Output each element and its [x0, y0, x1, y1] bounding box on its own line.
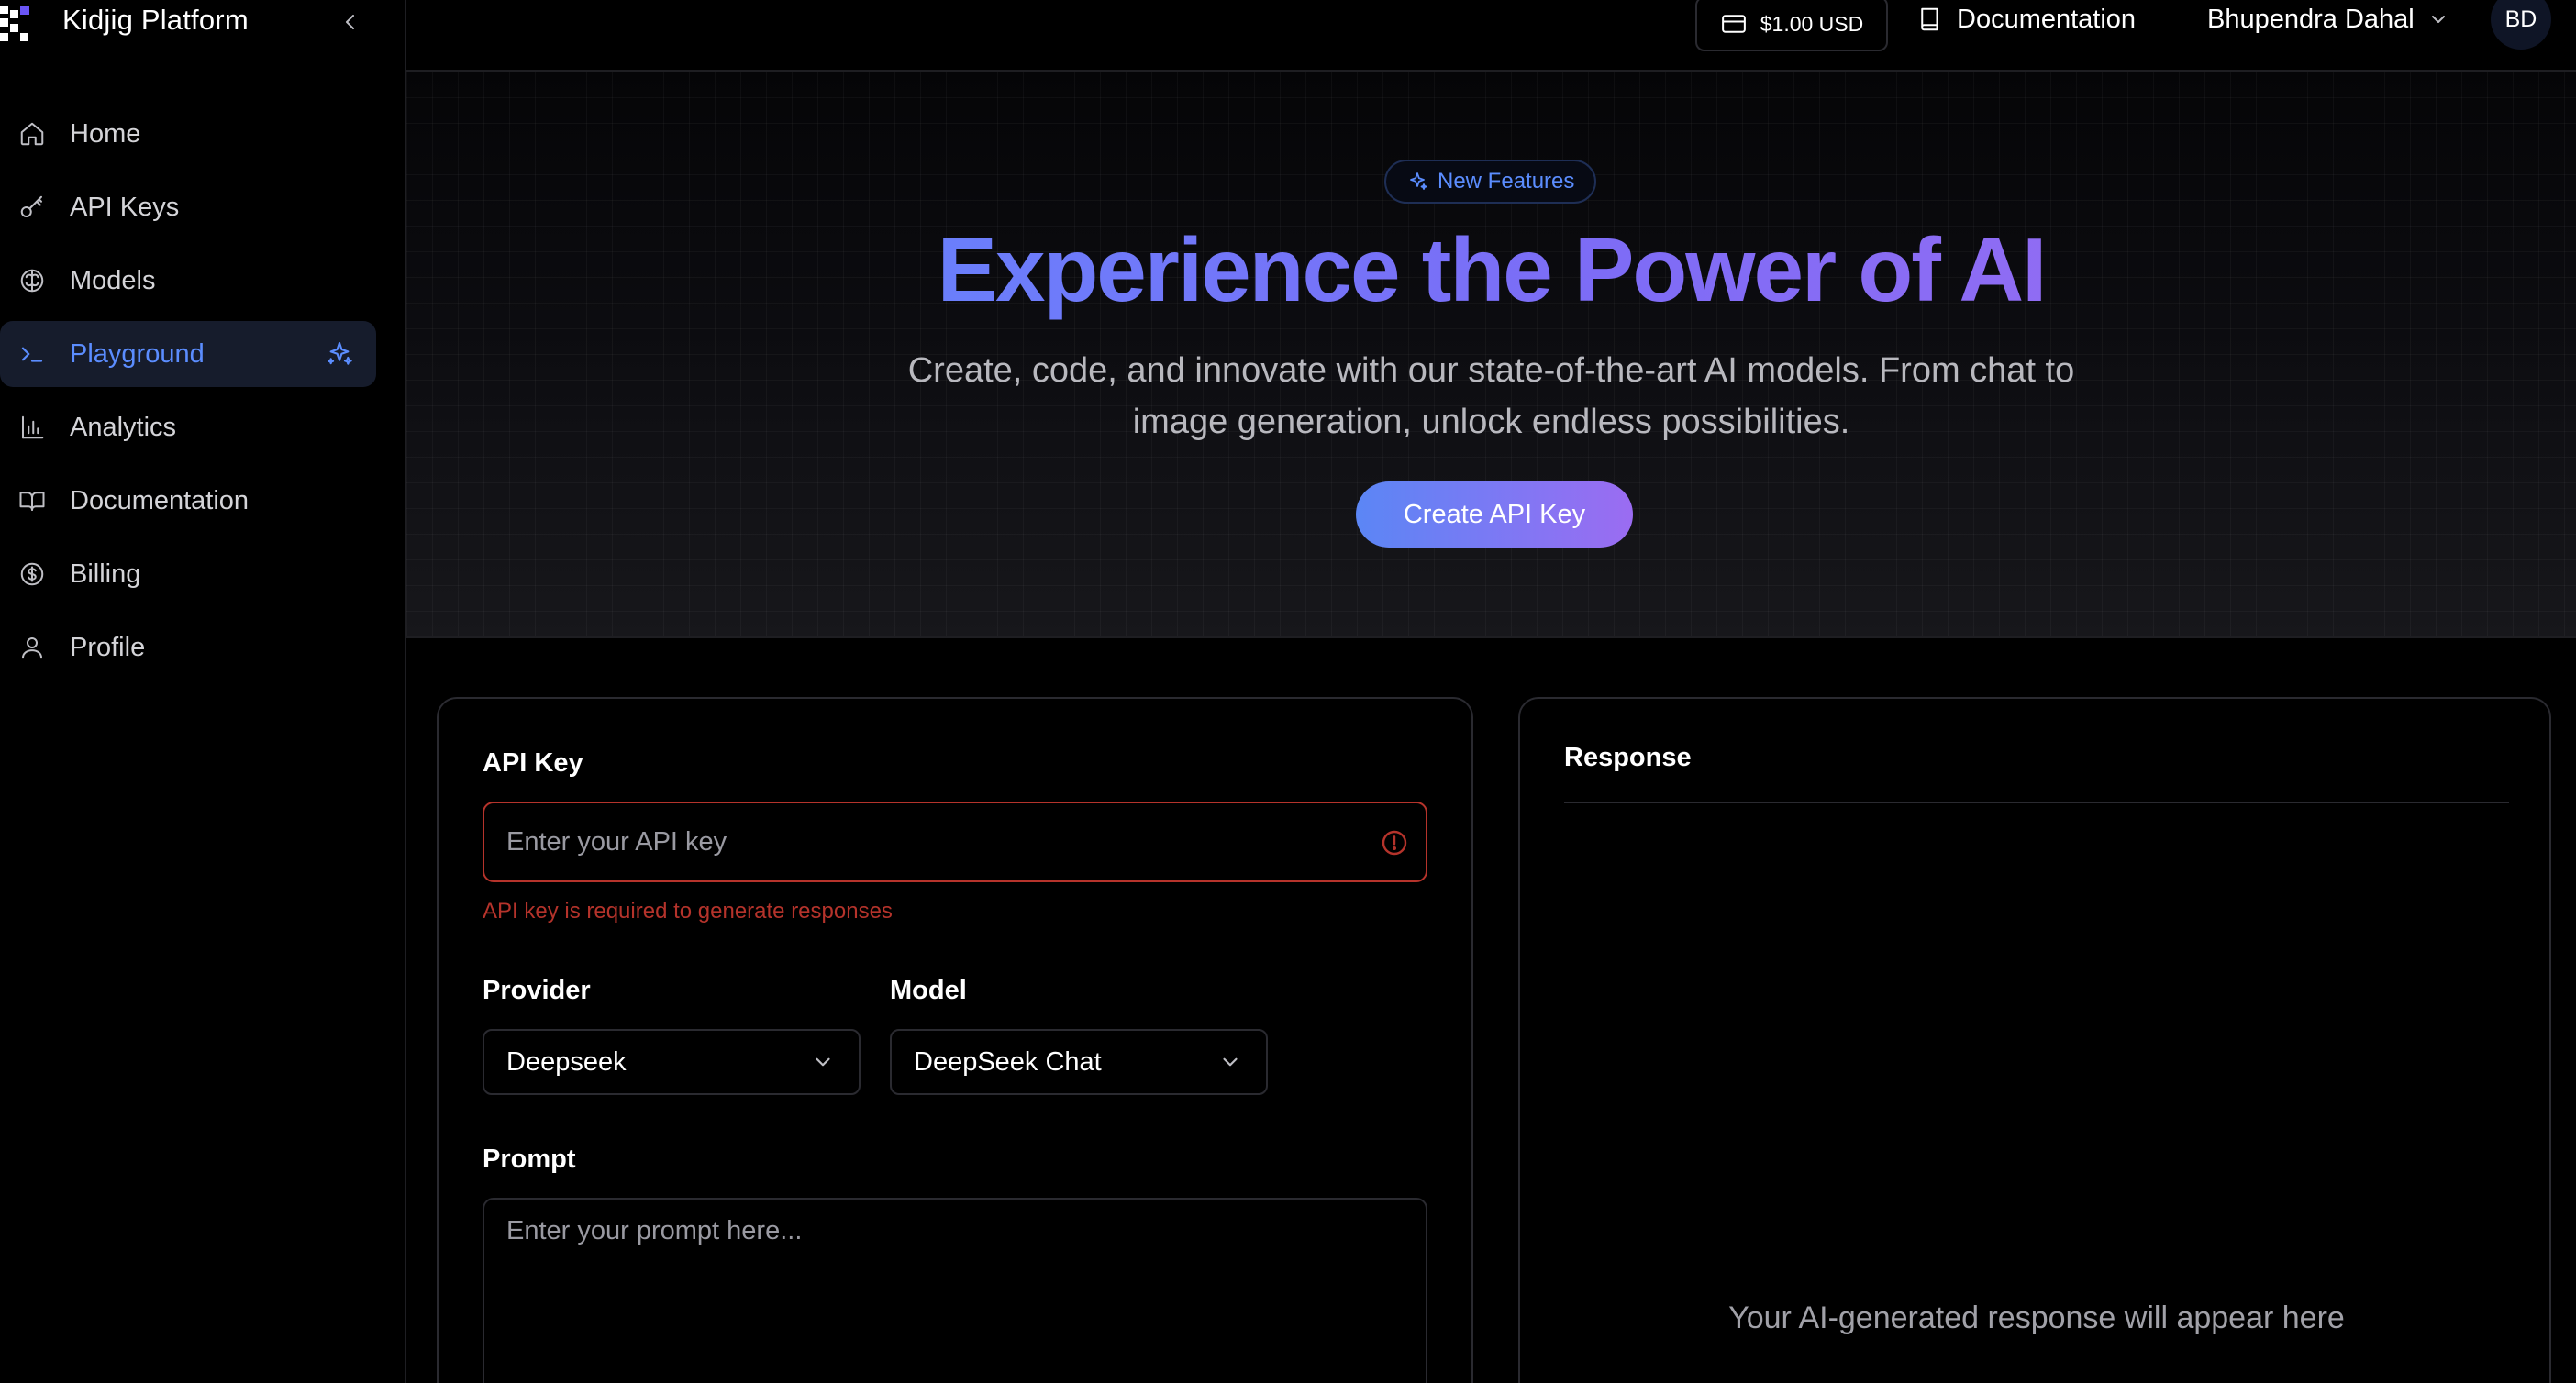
key-icon — [20, 195, 42, 217]
brand[interactable]: Kidjig Platform — [0, 0, 406, 48]
avatar[interactable]: BD — [2491, 0, 2551, 50]
book-open-icon — [19, 492, 45, 511]
bar-chart-icon — [22, 415, 44, 439]
brain-icon — [20, 269, 44, 293]
prompt-textarea[interactable] — [506, 1216, 1405, 1383]
chevron-left-icon — [346, 15, 354, 29]
home-icon — [20, 122, 44, 146]
sparkles-icon — [1410, 172, 1427, 190]
api-key-error-message: API key is required to generate response… — [483, 899, 893, 924]
sidebar-item-home[interactable]: Home — [0, 101, 376, 167]
sidebar-item-documentation[interactable]: Documentation — [0, 468, 376, 534]
user-menu[interactable]: Bhupendra Dahal — [2207, 0, 2449, 39]
hero-section: New Features Experience the Power of AI … — [406, 72, 2576, 638]
sidebar-item-models[interactable]: Models — [0, 248, 376, 314]
sidebar-item-label: Billing — [70, 559, 141, 589]
sidebar: Kidjig Platform Home API Keys Models Pla… — [0, 0, 406, 1383]
hero-title: Experience the Power of AI — [406, 218, 2576, 322]
sidebar-item-label: Models — [70, 265, 156, 295]
sidebar-item-label: Playground — [70, 338, 205, 369]
sidebar-item-label: Profile — [70, 632, 146, 662]
response-title: Response — [1564, 743, 1692, 772]
credit-card-icon — [1721, 15, 1746, 33]
top-header: $1.00 USD Documentation Bhupendra Dahal … — [406, 0, 2576, 72]
response-placeholder: Your AI-generated response will appear h… — [1728, 1300, 2345, 1335]
brand-name: Kidjig Platform — [62, 4, 249, 36]
sidebar-item-label: API Keys — [70, 192, 180, 222]
sidebar-nav: Home API Keys Models Playground Analytic… — [0, 101, 406, 688]
api-key-field[interactable] — [483, 802, 1427, 882]
badge-label: New Features — [1438, 169, 1575, 194]
response-divider — [1564, 802, 2509, 803]
balance-button[interactable]: $1.00 USD — [1695, 0, 1888, 51]
sidebar-item-billing[interactable]: Billing — [0, 541, 376, 607]
user-name: Bhupendra Dahal — [2207, 4, 2415, 34]
error-circle-icon — [1382, 830, 1407, 856]
sidebar-item-label: Home — [70, 118, 141, 149]
provider-label: Provider — [483, 976, 591, 1005]
dollar-circle-icon — [20, 562, 44, 586]
chevron-down-icon — [816, 1057, 830, 1067]
sidebar-item-api-keys[interactable]: API Keys — [0, 174, 376, 240]
sidebar-item-playground[interactable]: Playground — [0, 321, 376, 387]
prompt-label: Prompt — [483, 1145, 576, 1174]
model-value: DeepSeek Chat — [914, 1046, 1102, 1077]
model-label: Model — [890, 976, 967, 1005]
hero-subtitle: Create, code, and innovate with our stat… — [907, 351, 2075, 441]
sidebar-item-analytics[interactable]: Analytics — [0, 394, 376, 460]
sidebar-item-label: Documentation — [70, 485, 250, 515]
provider-select[interactable]: Deepseek — [483, 1029, 861, 1095]
app-root: Kidjig Platform Home API Keys Models Pla… — [0, 0, 2576, 1383]
sidebar-item-label: Analytics — [70, 412, 177, 442]
model-select[interactable]: DeepSeek Chat — [890, 1029, 1268, 1095]
prompt-field[interactable] — [483, 1198, 1427, 1383]
collapse-sidebar-button[interactable] — [336, 7, 365, 37]
new-features-badge[interactable]: New Features — [1384, 160, 1597, 204]
user-icon — [22, 637, 42, 659]
terminal-icon — [21, 347, 43, 362]
header-documentation-label: Documentation — [1957, 4, 2137, 34]
create-api-key-button[interactable]: Create API Key — [1356, 481, 1633, 548]
book-icon — [1921, 7, 1938, 31]
sparkles-icon — [328, 341, 352, 365]
kidjig-logo-icon — [0, 6, 29, 41]
api-key-label: API Key — [483, 748, 583, 778]
response-panel: Response Your AI-generated response will… — [1518, 697, 2551, 1383]
header-documentation-link[interactable]: Documentation — [1916, 0, 2136, 39]
playground-form-panel: API Key API key is required to generate … — [437, 697, 1473, 1383]
provider-value: Deepseek — [506, 1046, 627, 1077]
api-key-input[interactable] — [506, 803, 1332, 880]
sidebar-item-profile[interactable]: Profile — [0, 614, 376, 680]
balance-amount: $1.00 USD — [1760, 11, 1864, 36]
chevron-down-icon — [1223, 1057, 1238, 1067]
chevron-down-icon — [2431, 16, 2445, 23]
